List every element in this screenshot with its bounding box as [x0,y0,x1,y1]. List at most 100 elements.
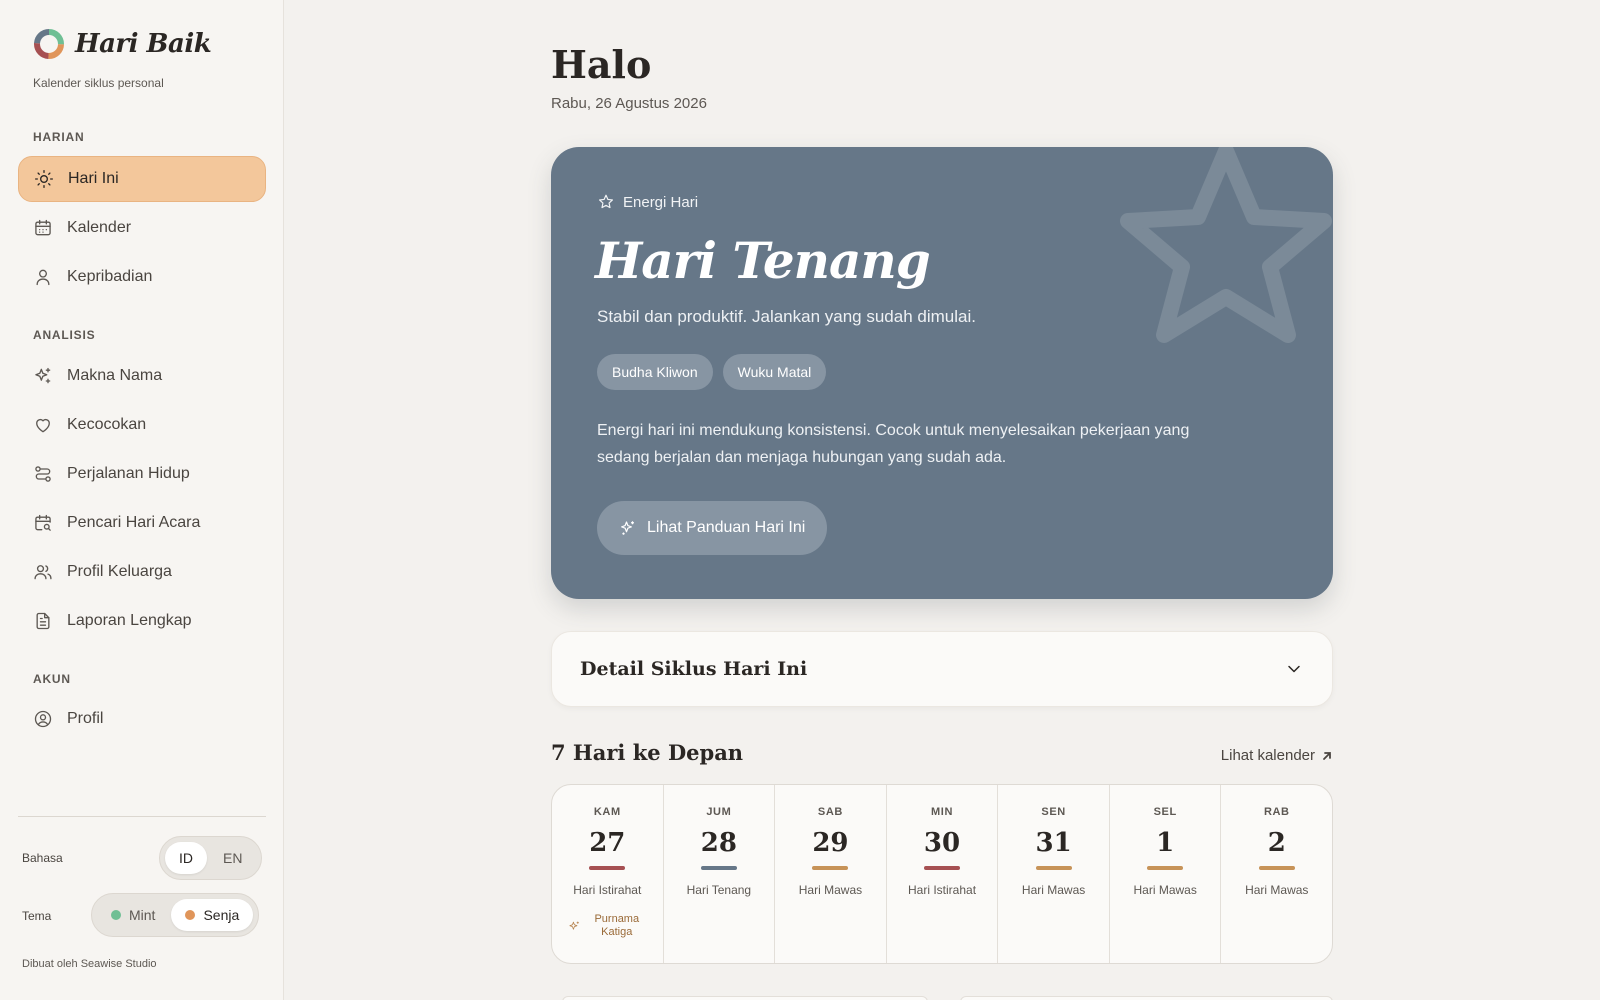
day-card[interactable]: KAM 27 Hari Istirahat Purnama Katiga [552,785,664,963]
day-energy-label: Hari Mawas [1021,883,1086,897]
sidebar-item-label: Makna Nama [67,367,163,384]
senja-dot-icon [185,910,196,920]
language-option-en[interactable]: EN [209,842,256,874]
week-section-title: 7 Hari ke Depan [551,740,744,765]
energy-subtitle: Stabil dan produktif. Jalankan yang suda… [597,307,976,326]
day-card[interactable]: SAB 29 Hari Mawas [775,785,887,963]
day-number: 27 [589,828,626,858]
brand-name: Hari Baik [75,29,212,59]
day-card[interactable]: RAB 2 Hari Mawas [1221,785,1332,963]
energy-card: Energi Hari Hari Tenang Stabil dan produ… [551,147,1333,599]
day-name: SEL [1153,806,1177,818]
day-energy-bar [700,866,737,870]
energy-title: Hari Tenang [595,231,931,290]
day-number: 31 [1035,828,1072,858]
star-watermark-icon [1120,147,1332,343]
day-name: RAB [1263,806,1290,818]
sidebar-item-makna-nama[interactable]: Makna Nama [18,353,266,399]
language-option-id[interactable]: ID [165,842,207,874]
nav-section-harian: HARIAN [33,130,85,144]
language-label: Bahasa [22,851,63,865]
cycle-detail-accordion[interactable]: Detail Siklus Hari Ini [551,631,1333,707]
brand[interactable]: Hari Baik [33,28,212,60]
day-energy-label: Hari Tenang [686,883,752,897]
view-calendar-label: Lihat kalender [1220,747,1315,764]
view-calendar-link[interactable]: Lihat kalender [1221,747,1333,764]
mint-dot-icon [111,910,121,920]
day-energy-bar [1147,866,1184,870]
card-peek [562,996,928,1000]
day-card[interactable]: SEL 1 Hari Mawas [1110,785,1222,963]
day-number: 28 [700,828,737,858]
day-name: MIN [931,806,953,818]
sun-icon [35,170,53,188]
sidebar-item-hari-ini[interactable]: Hari Ini [18,156,266,202]
tag-chip: Wuku Matal [722,354,827,390]
sparkle-icon [569,921,579,930]
day-energy-label: Hari Mawas [1245,883,1309,897]
nav-section-analisis: ANALISIS [33,328,96,342]
day-name: KAM [593,806,621,818]
route-icon [35,466,51,482]
current-date: Rabu, 26 Agustus 2026 [551,95,707,112]
sidebar-item-label: Hari Ini [68,170,119,187]
day-card[interactable]: JUM 28 Hari Tenang [664,785,776,963]
theme-option-label: Senja [203,907,240,923]
sidebar-item-label: Laporan Lengkap [67,612,192,629]
sidebar-item-label: Kalender [67,219,132,236]
day-energy-label: Hari Mawas [798,883,863,897]
day-card[interactable]: MIN 30 Hari Istirahat [887,785,999,963]
day-event-label: Purnama Katiga [594,913,640,938]
chevron-down-icon [1288,665,1300,673]
credit-text: Dibuat oleh Seawise Studio [22,958,157,970]
energy-description: Energi hari ini mendukung konsistensi. C… [597,422,1190,466]
user-circle-icon [34,710,52,728]
nav-section-akun: AKUN [33,672,71,686]
heart-icon [36,418,50,433]
view-guide-label: Lihat Panduan Hari Ini [647,519,806,536]
cycle-detail-title: Detail Siklus Hari Ini [580,658,808,680]
energy-kicker: Energi Hari [597,193,698,211]
sidebar-item-kecocokan[interactable]: Kecocokan [18,402,266,448]
logo-ring-icon [34,29,64,59]
card-peek [960,996,1333,1000]
sidebar-item-label: Pencari Hari Acara [67,514,201,531]
theme-option-senja[interactable]: Senja [171,899,254,931]
star-icon [598,194,614,209]
calendar-search-icon [35,514,51,531]
energy-kicker-label: Energi Hari [623,193,699,211]
brand-subtitle: Kalender siklus personal [33,76,164,90]
theme-option-mint[interactable]: Mint [97,899,169,931]
day-energy-label: Hari Mawas [1133,883,1197,897]
sidebar-item-pencari-hari-acara[interactable]: Pencari Hari Acara [18,500,266,546]
sidebar-item-kepribadian[interactable]: Kepribadian [18,254,266,300]
language-toggle: ID EN [159,836,263,880]
day-number: 1 [1156,828,1175,858]
sidebar-item-profil[interactable]: Profil [18,696,266,742]
week-strip: KAM 27 Hari Istirahat Purnama Katiga JUM… [551,784,1333,964]
document-icon [36,612,50,630]
sparkles-icon [621,521,634,535]
sidebar-item-label: Kepribadian [67,268,153,285]
day-energy-label: Hari Istirahat [573,883,642,897]
sidebar-item-label: Perjalanan Hidup [67,465,190,482]
day-number: 29 [812,828,849,858]
sidebar-item-kalender[interactable]: Kalender [18,205,266,251]
day-name: SEN [1041,806,1066,818]
day-energy-bar [812,866,849,870]
theme-label: Tema [22,909,52,923]
tag-chip: Budha Kliwon [597,354,713,390]
arrow-up-right-icon [1323,751,1331,760]
sidebar-item-profil-keluarga[interactable]: Profil Keluarga [18,549,266,595]
day-number: 2 [1267,828,1286,858]
calendar-icon [35,219,51,236]
user-icon [36,269,50,286]
sidebar-item-label: Kecocokan [67,416,147,433]
sidebar-item-perjalanan-hidup[interactable]: Perjalanan Hidup [18,451,266,497]
sidebar-item-laporan-lengkap[interactable]: Laporan Lengkap [18,598,266,644]
day-card[interactable]: SEN 31 Hari Mawas [998,785,1110,963]
view-guide-button[interactable]: Lihat Panduan Hari Ini [597,501,828,555]
day-energy-label: Hari Istirahat [908,883,977,897]
day-energy-bar [589,866,626,870]
theme-option-label: Mint [129,907,156,923]
